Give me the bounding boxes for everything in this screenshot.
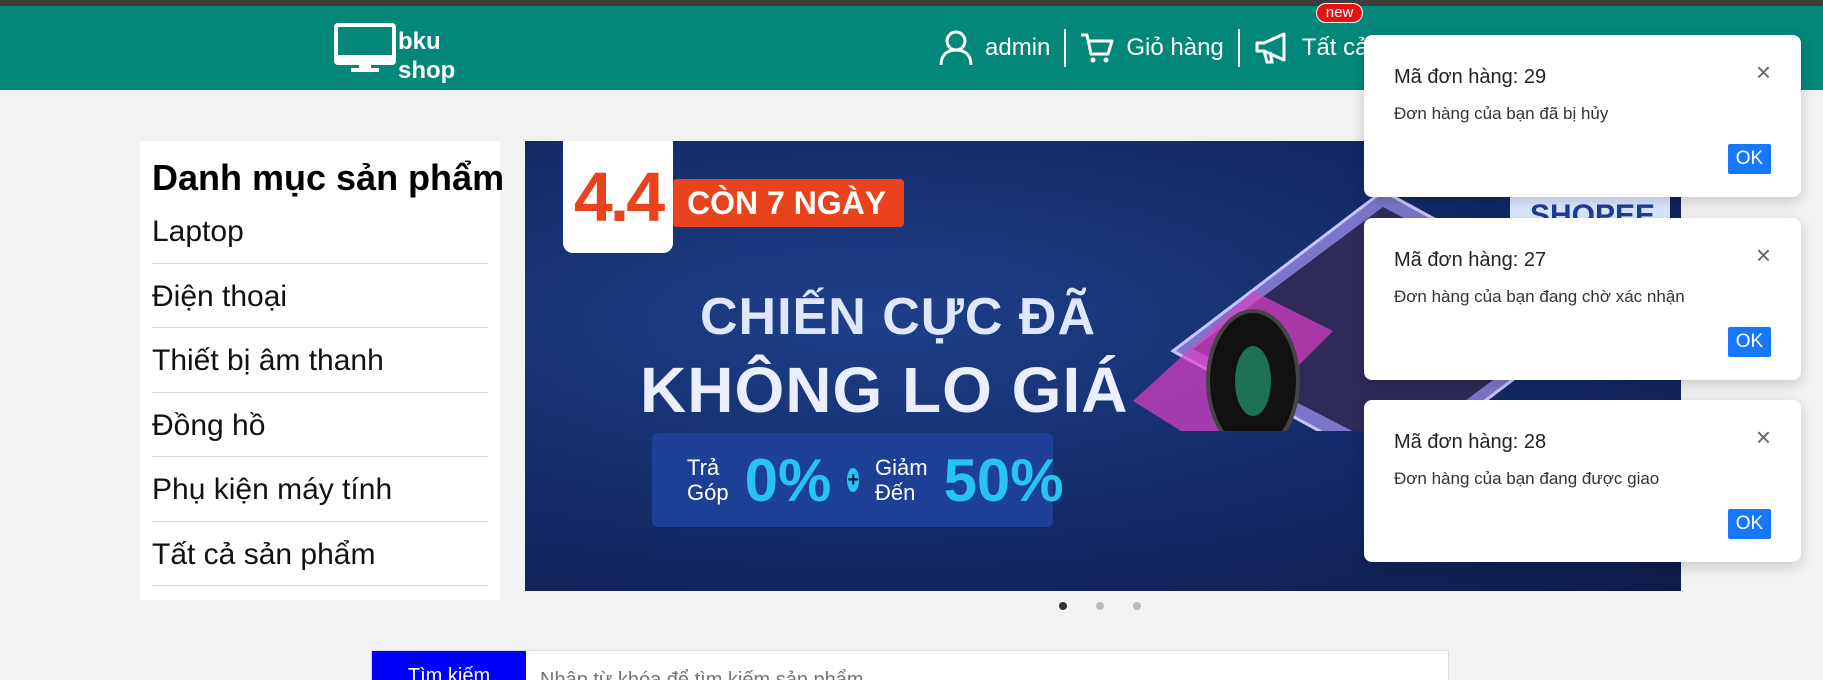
toast-ok-button[interactable]: OK	[1728, 144, 1771, 174]
carousel-dots	[1059, 602, 1141, 610]
promo1-value: 0%	[744, 446, 832, 514]
carousel-dot[interactable]	[1059, 602, 1067, 610]
carousel-prev-icon[interactable]: ‹	[496, 354, 516, 376]
toast-ok-button[interactable]: OK	[1728, 327, 1771, 357]
user-icon	[939, 30, 973, 66]
new-badge: new	[1315, 3, 1364, 23]
search-button[interactable]: Tìm kiếm	[372, 651, 526, 680]
nav-divider	[1064, 29, 1067, 67]
category-sidebar: Danh mục sản phẩm Laptop Điện thoại Thiế…	[140, 141, 505, 600]
search-bar: Tìm kiếm	[371, 650, 1449, 680]
category-item-watch[interactable]: Đồng hồ	[152, 393, 488, 457]
toast-message: Đơn hàng của bạn đã bị hủy	[1394, 104, 1609, 123]
banner-promo-box: Trả Góp 0% + Giảm Đến 50%	[652, 433, 1064, 527]
notification-toast: Mã đơn hàng: 29 Đơn hàng của bạn đã bị h…	[1364, 35, 1801, 197]
category-item-laptop[interactable]: Laptop	[152, 199, 488, 264]
close-icon[interactable]: ×	[1756, 59, 1771, 85]
search-input[interactable]	[526, 651, 1448, 680]
carousel-dot[interactable]	[1096, 602, 1104, 610]
toast-ok-button[interactable]: OK	[1728, 509, 1771, 539]
cart-icon	[1081, 33, 1114, 63]
logo-line2: shop	[398, 57, 456, 84]
megaphone-icon	[1255, 32, 1286, 64]
notification-toast: Mã đơn hàng: 28 Đơn hàng của bạn đang đư…	[1364, 400, 1801, 562]
promo1-small1: Trả	[687, 455, 720, 480]
user-menu[interactable]: admin	[933, 30, 1056, 66]
category-item-phone[interactable]: Điện thoại	[152, 264, 488, 328]
toast-message: Đơn hàng của bạn đang được giao	[1394, 469, 1660, 488]
promo2-small1: Giảm	[875, 455, 928, 480]
toast-message: Đơn hàng của bạn đang chờ xác nhận	[1394, 287, 1685, 306]
cart-link[interactable]: Giỏ hàng	[1074, 32, 1229, 64]
sidebar-title: Danh mục sản phẩm	[152, 157, 505, 198]
banner-countdown: CÒN 7 NGÀY	[673, 179, 905, 227]
promo2-text: Giảm Đến	[875, 455, 928, 505]
logo-line1: bku	[398, 28, 441, 55]
promo1-small2: Góp	[687, 480, 729, 505]
promo1-text: Trả Góp	[687, 455, 729, 505]
notification-toast: Mã đơn hàng: 27 Đơn hàng của bạn đang ch…	[1364, 218, 1801, 380]
logo-text: bku shop	[398, 27, 455, 85]
user-label: admin	[985, 34, 1051, 61]
nav-divider	[1237, 29, 1240, 67]
banner-headline-2: KHÔNG LO GIÁ	[640, 354, 1129, 426]
banner-headline-1: CHIẾN CỰC ĐÃ	[700, 288, 1097, 346]
category-item-all[interactable]: Tất cả sản phẩm	[152, 522, 488, 586]
close-icon[interactable]: ×	[1756, 242, 1771, 268]
toast-title: Mã đơn hàng: 27	[1394, 249, 1547, 271]
toast-title: Mã đơn hàng: 29	[1394, 66, 1547, 88]
toast-title: Mã đơn hàng: 28	[1394, 431, 1547, 453]
monitor-icon	[334, 23, 396, 72]
banner-tag: 4.4	[563, 141, 673, 253]
category-item-accessories[interactable]: Phụ kiện máy tính	[152, 457, 488, 522]
carousel-dot[interactable]	[1133, 602, 1141, 610]
cart-label: Giỏ hàng	[1126, 34, 1224, 61]
plus-icon: +	[847, 468, 859, 492]
category-item-audio[interactable]: Thiết bị âm thanh	[152, 328, 488, 393]
promo2-small2: Đến	[875, 480, 916, 505]
close-icon[interactable]: ×	[1756, 424, 1771, 450]
promo2-value: 50%	[943, 446, 1064, 514]
logo[interactable]: bku shop	[334, 23, 455, 85]
